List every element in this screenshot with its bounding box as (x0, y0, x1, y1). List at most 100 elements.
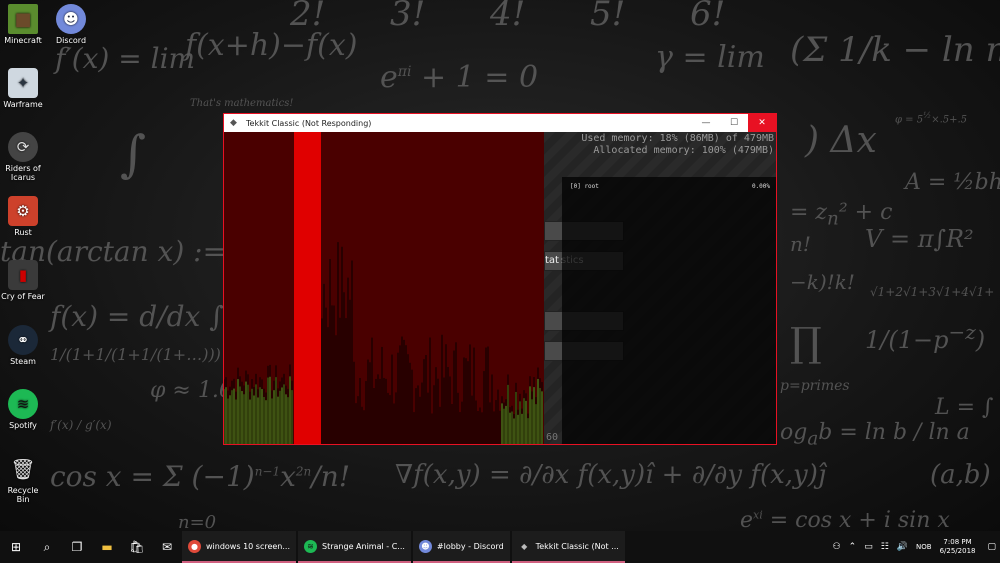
wallpaper-equation: cos x = Σ (−1)n−1x2n/n! (50, 460, 350, 493)
desktop-icon-label: Spotify (9, 421, 37, 430)
minecraft-icon: ■ (8, 4, 38, 34)
search-icon[interactable]: ⌕ (32, 531, 62, 563)
system-tray: ⚇ ⌃ ▭ ☷ 🔊 NOB 7:08 PM 6/25/2018 ▢ (829, 531, 1000, 563)
desktop-icon-label: Steam (10, 357, 36, 366)
task-label: Tekkit Classic (Not ... (535, 541, 619, 551)
desktop-icon-minecraft[interactable]: ■ Minecraft (0, 4, 46, 45)
clock-time: 7:08 PM (943, 538, 972, 546)
statistics-button-prefix: tat (545, 255, 559, 266)
store-icon[interactable]: 🛍 (122, 531, 152, 563)
wallpaper-equation: f′(x) = lim (55, 42, 196, 75)
profiler-graph (224, 132, 544, 444)
desktop-icon-discord[interactable]: ☻ Discord (48, 4, 94, 45)
network-icon[interactable]: ☷ (881, 542, 889, 552)
wallpaper-equation: f(x) = d/dx ∫ f (50, 300, 244, 333)
steam-icon: ⚭ (8, 325, 38, 355)
profiler-root-percent: 0.00% (751, 183, 770, 190)
warframe-icon: ✦ (8, 68, 38, 98)
wallpaper-equation: 4! (490, 0, 526, 34)
game-viewport[interactable]: Used memory: 18% (86MB) of 479MB Allocat… (224, 132, 776, 444)
wallpaper-equation: 1/(1−p−z) (865, 320, 986, 354)
wallpaper-equation: ∫ (120, 125, 147, 183)
people-icon[interactable]: ⚇ (833, 542, 841, 552)
maximize-button[interactable]: ☐ (720, 114, 748, 132)
allocated-memory-text: Allocated memory: 100% (479MB) (593, 145, 774, 156)
wallpaper-equation: 1/(1+1/(1+1/(1+…))) (50, 345, 221, 364)
wallpaper-equation: √1+2√1+3√1+4√1+ (870, 285, 995, 299)
taskbar: ⊞ ⌕ ❐ ▬ 🛍 ✉ ● windows 10 screen... ≋ Str… (0, 531, 1000, 563)
wallpaper-equation: V = π∫R² (865, 225, 974, 253)
tekkit-window[interactable]: ◆ Tekkit Classic (Not Responding) — ☐ ✕ … (223, 113, 777, 445)
wallpaper-equation: ∏ (790, 320, 822, 366)
task-label: windows 10 screen... (206, 541, 291, 551)
spotify-icon: ≋ (8, 389, 38, 419)
desktop-icon-label: Minecraft (4, 36, 42, 45)
recycle-bin-icon: 🗑 (10, 457, 36, 481)
task-discord[interactable]: ☻ #lobby - Discord (412, 531, 510, 563)
riders-icon: ⟳ (8, 132, 38, 162)
profiler-highlight-bar (294, 132, 321, 444)
file-explorer-icon[interactable]: ▬ (92, 531, 122, 563)
wallpaper-equation: (Σ 1/k − ln n) (790, 30, 1000, 70)
minimize-button[interactable]: — (692, 114, 720, 132)
desktop-icon-spotify[interactable]: ≋ Spotify (0, 389, 46, 430)
discord-icon: ☻ (56, 4, 86, 34)
notifications-icon[interactable]: ▢ (987, 542, 996, 552)
spotify-icon: ≋ (304, 539, 318, 553)
desktop-icon-warframe[interactable]: ✦ Warframe (0, 68, 46, 109)
task-spotify[interactable]: ≋ Strange Animal - C... (298, 531, 411, 563)
desktop-icon-riders-of-icarus[interactable]: ⟳ Riders of Icarus (0, 132, 46, 182)
wallpaper-equation: L = ∫ (935, 395, 994, 420)
desktop-icon-recycle-bin[interactable]: 🗑 Recycle Bin (0, 454, 46, 504)
desktop-icon-cry-of-fear[interactable]: ▮ Cry of Fear (0, 260, 46, 301)
task-tekkit[interactable]: ◆ Tekkit Classic (Not ... (511, 531, 625, 563)
desktop-icon-label: Riders of Icarus (5, 164, 41, 182)
wallpaper-equation: γ = lim (655, 40, 765, 75)
clock[interactable]: 7:08 PM 6/25/2018 (940, 538, 976, 556)
chevron-up-icon[interactable]: ⌃ (849, 542, 857, 552)
desktop-icon-label: Cry of Fear (1, 292, 45, 301)
windows-start-icon[interactable]: ⊞ (0, 531, 32, 563)
mail-icon[interactable]: ✉ (152, 531, 182, 563)
wallpaper-equation: f(x+h)−f(x) (185, 28, 358, 63)
desktop-icon-label: Rust (14, 228, 32, 237)
tekkit-icon: ◆ (521, 541, 528, 551)
tekkit-icon: ◆ (230, 118, 237, 128)
fps-counter: 60 (546, 432, 559, 443)
cry-of-fear-icon: ▮ (8, 260, 38, 290)
task-view-icon[interactable]: ❐ (62, 531, 92, 563)
wallpaper-equation: That's mathematics! (190, 98, 294, 109)
used-memory-text: Used memory: 18% (86MB) of 479MB (581, 133, 774, 144)
wallpaper-equation: ∇f(x,y) = ∂/∂x f(x,y)î + ∂/∂y f(x,y)ĵ (395, 460, 826, 490)
discord-icon: ☻ (418, 539, 432, 553)
wallpaper-equation: 3! (390, 0, 426, 34)
profiler-root-panel: [0] root 0.00% (562, 177, 776, 444)
language-indicator[interactable]: NOB (916, 543, 932, 551)
wallpaper-equation: φ = 5½×.5+.5 (895, 110, 968, 126)
window-titlebar[interactable]: ◆ Tekkit Classic (Not Responding) — ☐ ✕ (224, 114, 776, 132)
wallpaper-equation: eπi + 1 = 0 (380, 60, 539, 95)
close-button[interactable]: ✕ (748, 114, 776, 132)
wallpaper-equation: 6! (690, 0, 726, 34)
wallpaper-equation: (a,b) (930, 460, 991, 490)
wallpaper-equation: φ ≈ 1.6 (150, 378, 233, 403)
desktop-icon-steam[interactable]: ⚭ Steam (0, 325, 46, 366)
task-chrome[interactable]: ● windows 10 screen... (182, 531, 297, 563)
desktop-icon-label: Recycle Bin (7, 486, 39, 504)
battery-icon[interactable]: ▭ (864, 542, 873, 552)
wallpaper-equation: p=primes (780, 378, 850, 394)
chrome-icon: ● (188, 539, 201, 553)
profiler-root-label: [0] root (570, 183, 599, 190)
task-label: #lobby - Discord (436, 541, 504, 551)
desktop-icon-rust[interactable]: ⚙ Rust (0, 196, 46, 237)
volume-icon[interactable]: 🔊 (897, 542, 908, 552)
wallpaper-equation: n=0 (178, 512, 217, 531)
rust-icon: ⚙ (8, 196, 38, 226)
wallpaper-equation: 5! (590, 0, 626, 34)
wallpaper-equation: ogab = ln b / ln a (780, 420, 970, 450)
wallpaper-equation: n! (790, 232, 811, 256)
desktop-icon-label: Discord (55, 36, 87, 45)
profiler-spikes (224, 242, 543, 444)
wallpaper-equation: f′(x) / g′(x) (50, 418, 112, 432)
wallpaper-equation: ) Δx (805, 120, 877, 161)
